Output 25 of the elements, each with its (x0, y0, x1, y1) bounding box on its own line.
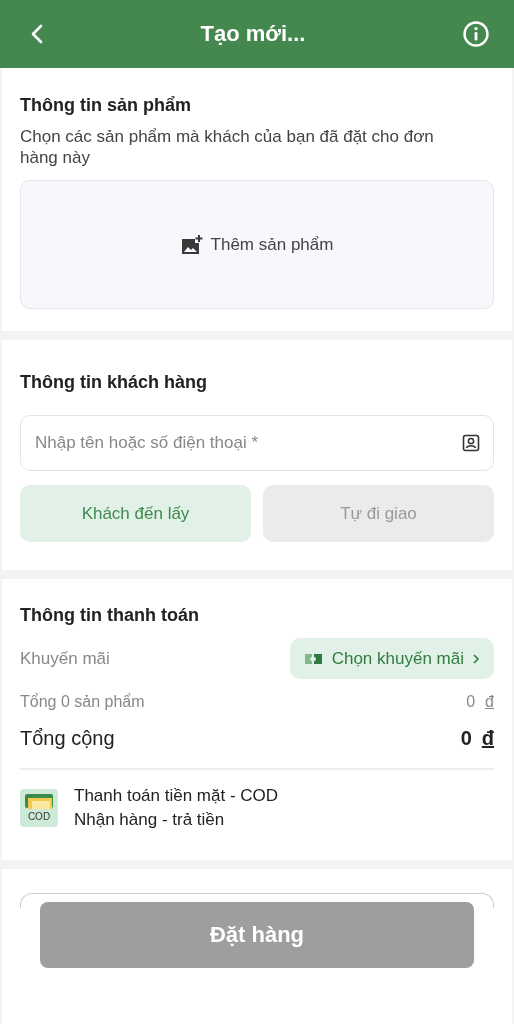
subtotal-amount: 0 (466, 693, 476, 711)
promo-label: Khuyến mãi (20, 648, 110, 669)
section-description: Chọn các sản phẩm mà khách của bạn đã đặt cho đơn hàng này (20, 126, 435, 168)
screen-title: Tạo mới... (200, 21, 306, 47)
chevron-right-icon (472, 652, 480, 665)
info-icon[interactable] (462, 20, 490, 48)
add-product-button[interactable]: Thêm sản phẩm (20, 180, 494, 309)
add-image-icon (180, 234, 203, 255)
currency-symbol: đ (481, 727, 494, 750)
choose-promo-button[interactable]: Chọn khuyến mãi (289, 638, 494, 679)
contact-icon[interactable] (462, 434, 480, 452)
currency-symbol: đ (485, 693, 494, 711)
section-title: Thông tin sản phẩm (20, 95, 192, 116)
subtotal-label: Tổng 0 sản phẩm (20, 693, 145, 711)
customer-search-field[interactable]: Nhập tên hoặc số điện thoại * (20, 415, 494, 471)
payment-method-subtitle: Nhận hàng - trả tiền (74, 810, 226, 830)
total-label: Tổng cộng (20, 727, 115, 750)
payment-method-title: Thanh toán tiền mặt - COD (74, 786, 279, 806)
delivery-option-button[interactable]: Khách đến lấy (20, 485, 251, 542)
delivery-option-button[interactable]: Tự đi giao (263, 485, 494, 542)
total-amount: 0 (460, 727, 472, 750)
cash-payment-icon: COD (20, 789, 58, 827)
back-button[interactable] (30, 24, 44, 44)
section-title: Thông tin khách hàng (20, 372, 208, 393)
section-title: Thông tin thanh toán (20, 605, 200, 626)
